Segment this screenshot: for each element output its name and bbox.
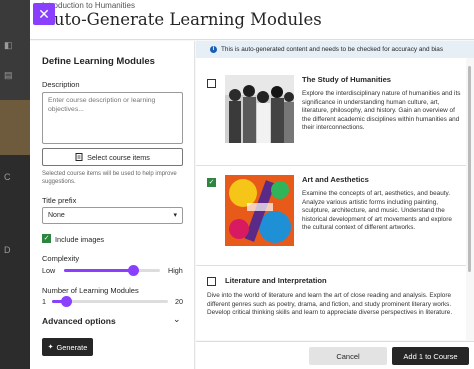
modules-count-label: Number of Learning Modules — [42, 286, 139, 295]
background-app: ◧ ▤ C D — [0, 0, 30, 369]
define-modules-form: Define Learning Modules Description Sele… — [30, 41, 195, 369]
module-title: Art and Aesthetics — [302, 175, 369, 184]
generate-button[interactable]: ✦ Generate — [42, 338, 93, 356]
complexity-low-label: Low — [42, 266, 56, 275]
include-images-label: Include images — [55, 235, 105, 244]
module-description: Explore the interdisciplinary nature of … — [302, 90, 461, 132]
select-course-items-label: Select course items — [87, 152, 150, 162]
complexity-label: Complexity — [42, 254, 80, 263]
select-course-items-button[interactable]: Select course items — [42, 148, 183, 166]
ai-notice-banner: i This is auto-generated content and nee… — [196, 41, 474, 58]
module-image-humanities — [225, 75, 294, 143]
description-input[interactable] — [42, 92, 183, 144]
chevron-down-icon[interactable]: ⌄ — [173, 314, 181, 325]
background-icon: ▤ — [4, 70, 13, 80]
module-title: Literature and Interpretation — [225, 276, 327, 285]
form-heading: Define Learning Modules — [42, 56, 155, 67]
info-icon: i — [210, 46, 217, 53]
module-card: Literature and Interpretation Dive into … — [196, 266, 466, 340]
background-strip-image — [0, 100, 30, 155]
background-icon: C — [4, 172, 11, 182]
module-card: The Study of Humanities Explore the inte… — [196, 58, 466, 166]
module-description: Examine the concepts of art, aesthetics,… — [302, 190, 452, 232]
auto-generate-panel: Introduction to Humanities Auto-Generate… — [30, 0, 474, 369]
module-checkbox[interactable] — [207, 79, 216, 88]
cancel-button[interactable]: Cancel — [309, 347, 387, 365]
ai-notice-text: This is auto-generated content and needs… — [221, 46, 444, 53]
course-items-icon — [75, 153, 83, 161]
module-checkbox[interactable] — [207, 277, 216, 286]
complexity-high-label: High — [168, 266, 183, 275]
chevron-down-icon: ▾ — [173, 212, 177, 219]
sparkle-icon: ✦ — [47, 344, 54, 351]
module-title: The Study of Humanities — [302, 75, 392, 84]
description-label: Description — [42, 80, 80, 89]
advanced-options-toggle[interactable]: Advanced options — [42, 316, 116, 326]
title-prefix-select[interactable]: None ▾ — [42, 207, 183, 224]
background-icon: D — [4, 245, 11, 255]
module-image-art — [225, 175, 294, 246]
complexity-slider-fill — [64, 269, 133, 272]
include-images-checkbox[interactable]: ✓ — [42, 234, 51, 243]
panel-footer: Cancel Add 1 to Course — [196, 341, 474, 369]
module-description: Dive into the world of literature and le… — [207, 292, 453, 317]
page-title: Auto-Generate Learning Modules — [42, 10, 322, 29]
modules-max-label: 20 — [175, 297, 183, 306]
breadcrumb[interactable]: Introduction to Humanities — [42, 1, 135, 10]
module-checkbox[interactable]: ✓ — [207, 178, 216, 187]
title-prefix-label: Title prefix — [42, 196, 77, 205]
select-items-help: Selected course items will be used to he… — [42, 171, 177, 185]
complexity-slider-thumb[interactable] — [128, 265, 139, 276]
modules-slider-thumb[interactable] — [61, 296, 72, 307]
modules-min-label: 1 — [42, 297, 46, 306]
add-to-course-button[interactable]: Add 1 to Course — [392, 347, 469, 365]
generate-label: Generate — [56, 342, 88, 352]
background-icon: ◧ — [4, 40, 13, 50]
list-scrollbar[interactable] — [468, 66, 471, 272]
module-suggestions-list: The Study of Humanities Explore the inte… — [196, 58, 466, 340]
title-prefix-value: None — [48, 212, 65, 219]
background-strip-mid — [0, 155, 30, 369]
close-icon[interactable]: ✕ — [33, 3, 55, 25]
module-card: ✓ Art and Aesthetics Examine the concept… — [196, 166, 466, 266]
panel-header: Introduction to Humanities Auto-Generate… — [30, 0, 474, 40]
